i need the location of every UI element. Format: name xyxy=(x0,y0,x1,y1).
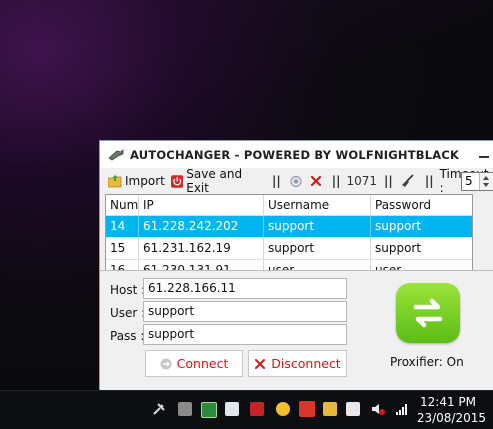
disconnect-label: Disconnect xyxy=(271,356,341,371)
cell-password: support xyxy=(375,241,422,255)
clock-time[interactable]: 12:41 PM xyxy=(420,395,476,409)
cell-ip: 61.231.162.19 xyxy=(139,238,264,259)
separator: || xyxy=(384,174,393,188)
proxy-table[interactable]: Num IP Username Password 14 61.228.242.2… xyxy=(105,194,473,271)
cell-num: 14 xyxy=(106,216,139,237)
clean-button[interactable] xyxy=(401,174,418,188)
power-icon xyxy=(170,174,184,188)
import-button[interactable]: Import xyxy=(108,174,165,188)
swap-arrows-icon xyxy=(413,298,443,328)
separator: || xyxy=(424,174,434,188)
clock-date[interactable]: 23/08/2015 xyxy=(417,411,486,425)
folder-icon[interactable] xyxy=(323,402,337,416)
table-header: Num IP Username Password xyxy=(106,195,472,216)
column-header-num[interactable]: Num xyxy=(106,195,139,215)
pass-field[interactable]: support xyxy=(143,324,347,345)
toolbar: Import Save and Exit || || 1071 || ||: xyxy=(100,167,493,195)
title-bar: AUTOCHANGER - POWERED BY WOLFNIGHTBLACK xyxy=(100,141,493,168)
refresh-icon xyxy=(290,175,302,187)
pass-label: Pass : xyxy=(110,329,145,343)
connect-label: Connect xyxy=(176,356,229,371)
disconnect-button[interactable]: Disconnect xyxy=(248,350,347,377)
broom-icon xyxy=(401,174,414,187)
monitor-icon[interactable] xyxy=(225,402,239,416)
save-exit-button[interactable]: Save and Exit xyxy=(170,167,265,195)
column-header-username[interactable]: Username xyxy=(264,195,371,215)
separator: || xyxy=(331,174,341,188)
square-icon[interactable] xyxy=(178,402,192,416)
cell-password: support xyxy=(375,219,422,233)
tools-icon[interactable] xyxy=(152,402,166,416)
import-label: Import xyxy=(125,174,165,188)
proxifier-toggle[interactable] xyxy=(396,283,460,343)
proxifier-status: Proxifier: On xyxy=(390,355,464,369)
taskbar: 12:41 PM 23/08/2015 xyxy=(0,390,493,429)
timeout-value: 5 xyxy=(465,174,473,188)
app-x-icon[interactable] xyxy=(250,402,264,416)
host-field[interactable]: 61.228.166.11 xyxy=(143,278,347,299)
signal-icon[interactable] xyxy=(395,402,409,416)
minimize-button[interactable] xyxy=(478,149,490,161)
refresh-button[interactable] xyxy=(289,175,306,188)
folder-icon xyxy=(108,174,122,187)
connect-icon xyxy=(160,358,172,369)
proxy-count: 1071 xyxy=(346,174,378,188)
save-exit-label: Save and Exit xyxy=(186,167,243,195)
window-title: AUTOCHANGER - POWERED BY WOLFNIGHTBLACK xyxy=(130,147,460,162)
vivaldi-icon[interactable] xyxy=(299,401,315,417)
column-header-ip[interactable]: IP xyxy=(139,195,264,215)
autochanger-window: AUTOCHANGER - POWERED BY WOLFNIGHTBLACK … xyxy=(99,140,493,392)
smiley-icon[interactable] xyxy=(276,402,290,416)
stepper-up-icon[interactable] xyxy=(483,176,489,180)
table-row[interactable]: 15 61.231.162.19 support support xyxy=(106,238,472,260)
cell-num: 15 xyxy=(106,238,139,259)
stepper-down-icon[interactable] xyxy=(483,183,489,187)
timeout-stepper[interactable]: 5 xyxy=(461,172,493,191)
mail-icon[interactable] xyxy=(201,402,217,418)
user-field[interactable]: support xyxy=(143,301,347,322)
cell-username: support xyxy=(264,216,371,237)
delete-button[interactable] xyxy=(310,175,325,187)
user-label: User : xyxy=(110,306,146,320)
cell-ip: 61.228.242.202 xyxy=(139,216,264,237)
speaker-muted-icon[interactable] xyxy=(371,402,385,416)
app-icon xyxy=(108,148,124,160)
close-red-icon xyxy=(310,175,321,187)
stepper-arrows[interactable] xyxy=(479,173,493,190)
column-header-password[interactable]: Password xyxy=(371,195,472,215)
connection-panel: Host : 61.228.166.11 User : support Pass… xyxy=(100,270,493,392)
connect-button[interactable]: Connect xyxy=(145,350,243,377)
cell-username: support xyxy=(264,238,371,259)
usb-icon[interactable] xyxy=(346,402,360,416)
separator: || xyxy=(271,174,281,188)
host-label: Host : xyxy=(110,283,146,297)
table-row[interactable]: 14 61.228.242.202 support support xyxy=(106,216,472,238)
disconnect-icon xyxy=(255,358,266,369)
